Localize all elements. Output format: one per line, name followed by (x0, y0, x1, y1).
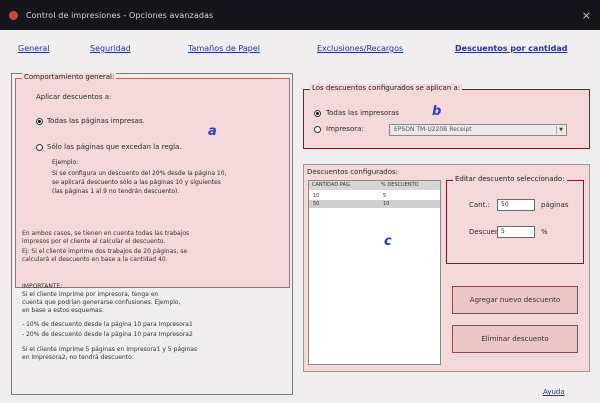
applies-to-group: Los descuentos configurados se aplican a… (303, 84, 590, 149)
marker-b: b (432, 104, 442, 119)
tab-bar: General Seguridad Tamaños de Papel Exclu… (0, 44, 600, 58)
row-quantity: 50 (313, 201, 320, 207)
row-quantity: 10 (313, 193, 320, 199)
radio-exceed-pages[interactable] (36, 144, 43, 151)
note-5-line-2: en Impresora2, no tendrá descuento. (22, 354, 134, 361)
marker-c: c (384, 234, 392, 249)
row-discount: 10 (383, 201, 390, 207)
printer-select[interactable]: EPSON TM-U220B Receipt ▼ (389, 124, 567, 136)
quantity-input[interactable]: 50 (497, 199, 535, 211)
discount-unit: % (541, 228, 548, 236)
behavior-legend: Comportamiento general: (22, 73, 117, 81)
printer-select-value: EPSON TM-U220B Receipt (394, 126, 472, 133)
marker-a: a (208, 124, 217, 139)
table-row-selected[interactable]: 50 10 (309, 200, 440, 208)
important-label: IMPORTANTE: (22, 283, 63, 290)
radio-printer[interactable] (314, 126, 321, 133)
title-bar: Control de impresiones - Opciones avanza… (0, 0, 600, 30)
column-header-quantity[interactable]: CANTIDAD PÁG. (312, 182, 351, 188)
tab-general[interactable]: General (18, 44, 50, 53)
app-icon (9, 10, 18, 20)
radio-exceed-pages-label[interactable]: Sólo las páginas que excedan la regla. (47, 143, 182, 151)
example-line-3: (las páginas 1 al 9 no tendrán descuento… (52, 188, 180, 195)
left-panel: Comportamiento general: Aplicar descuent… (11, 73, 293, 395)
help-link[interactable]: Ayuda (543, 388, 565, 396)
example-line-1: Si se configura un descuento del 20% des… (52, 170, 227, 177)
note-1-line-2: impresos por el cliente al calcular el d… (22, 238, 166, 245)
tab-quantity-discounts[interactable]: Descuentos por cantidad (455, 44, 567, 53)
edit-legend: Editar descuento seleccionado: (453, 175, 567, 183)
radio-all-pages[interactable] (36, 118, 43, 125)
radio-all-printers[interactable] (314, 110, 321, 117)
tab-paper-sizes[interactable]: Tamaños de Papel (188, 44, 260, 53)
note-2-line-2: calculará el descuento en base a la cant… (22, 256, 168, 263)
discounts-table[interactable]: CANTIDAD PÁG. % DESCUENTO 10 5 50 10 c (308, 180, 441, 365)
chevron-down-icon[interactable]: ▼ (556, 126, 565, 134)
tab-exclusions[interactable]: Exclusiones/Recargos (317, 44, 403, 53)
radio-all-pages-label[interactable]: Todas las páginas impresas. (47, 117, 145, 125)
example-line-2: se aplicará descuento sólo a las páginas… (52, 179, 221, 186)
applies-to-legend: Los descuentos configurados se aplican a… (310, 84, 463, 92)
configured-discounts-group: Descuentos configurados: CANTIDAD PÁG. %… (303, 164, 590, 372)
tab-security[interactable]: Seguridad (90, 44, 131, 53)
radio-printer-label[interactable]: Impresora: (326, 125, 364, 133)
row-discount: 5 (383, 193, 387, 199)
quantity-unit: páginas (541, 201, 569, 209)
configured-legend: Descuentos configurados: (307, 168, 399, 176)
note-4-line-1: - 10% de descuento desde la página 10 pa… (22, 321, 193, 328)
close-icon[interactable]: × (582, 9, 591, 22)
example-title: Ejemplo: (52, 159, 79, 166)
note-3-line-2: cuenta que podrían generarse confusiones… (22, 299, 181, 306)
note-5-line-1: Si el cliente imprime 5 páginas en Impre… (22, 346, 198, 353)
column-header-discount[interactable]: % DESCUENTO (381, 182, 419, 188)
note-2-line-1: Ej: Si el cliente imprime dos trabajos d… (22, 248, 188, 255)
add-discount-button[interactable]: Agregar nuevo descuento (452, 286, 578, 314)
table-row[interactable]: 10 5 (309, 192, 440, 200)
note-4-line-2: - 20% de descuento desde la página 10 pa… (22, 331, 193, 338)
discount-input[interactable]: 5 (497, 226, 535, 238)
note-1-line-1: En ambos casos, se tienen en cuenta toda… (22, 230, 190, 237)
note-3-line-1: Si el cliente imprime por impresora, ten… (22, 291, 159, 298)
options-window: Control de impresiones - Opciones avanza… (0, 0, 600, 403)
window-title: Control de impresiones - Opciones avanza… (26, 10, 214, 20)
apply-label: Aplicar descuentos a: (36, 93, 112, 101)
quantity-label: Cant.: (469, 201, 490, 209)
remove-discount-button[interactable]: Eliminar descuento (452, 325, 578, 353)
radio-all-printers-label[interactable]: Todas las impresoras (326, 109, 399, 117)
note-3-line-3: en base a estos esquemas: (22, 307, 104, 314)
edit-discount-group: Editar descuento seleccionado: Cant.: 50… (446, 175, 584, 264)
table-header: CANTIDAD PÁG. % DESCUENTO (309, 181, 440, 190)
